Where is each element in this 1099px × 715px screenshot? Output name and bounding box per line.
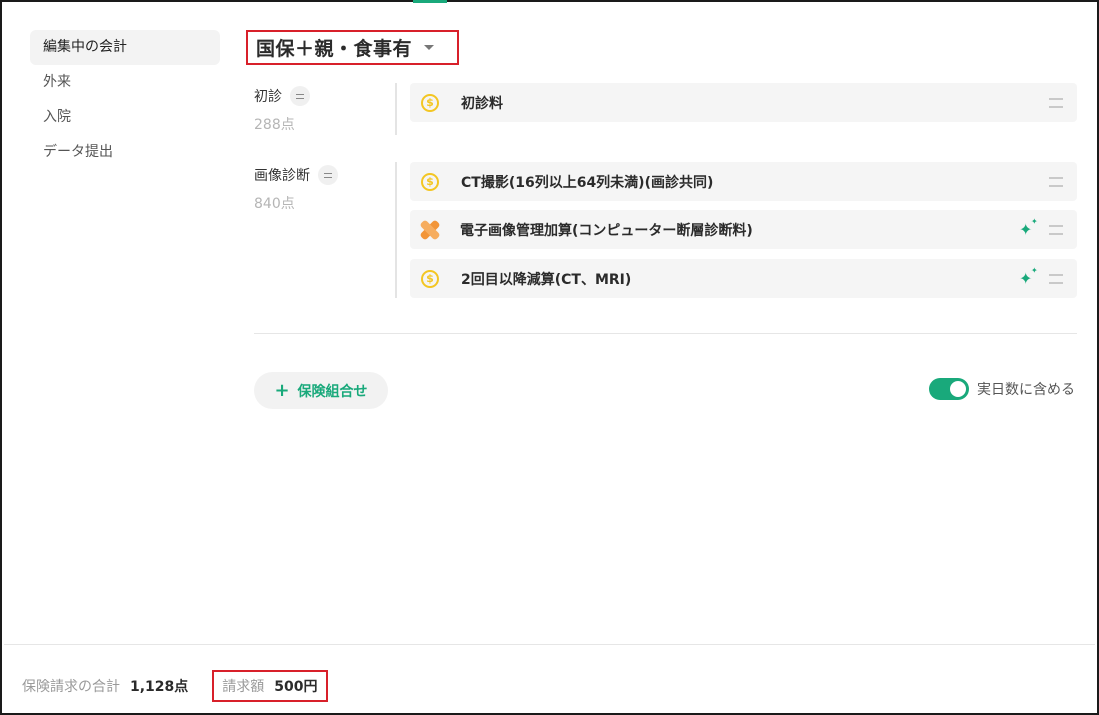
footer-summary: 保険請求の合計 1,128点 請求額 500円 xyxy=(22,670,328,702)
group-label: 画像診断 xyxy=(254,168,310,184)
group-divider-line xyxy=(395,83,397,135)
drag-handle-icon[interactable] xyxy=(1049,176,1063,187)
top-accent-marker xyxy=(413,0,447,3)
group-points: 840点 xyxy=(254,196,295,212)
add-insurance-combination-label: 保険組合せ xyxy=(297,383,368,400)
fee-item-label: 初診料 xyxy=(461,95,503,112)
caret-down-icon xyxy=(424,45,435,50)
page-title: 国保＋親・食事有 xyxy=(256,38,413,60)
fee-item[interactable]: 電子画像管理加算(コンピューター断層診断料) ✦ ✦ xyxy=(410,210,1077,249)
sidebar-item-editing-account[interactable]: 編集中の会計 xyxy=(30,30,220,65)
bandage-icon xyxy=(419,218,441,241)
drag-handle-icon[interactable] xyxy=(1049,273,1063,284)
coin-icon: $ xyxy=(421,269,439,288)
group-label: 初診 xyxy=(254,89,282,105)
window-frame: 編集中の会計 外来 入院 データ提出 国保＋親・食事有 初診 288点 $ 初診… xyxy=(0,0,1099,715)
sidebar-item-outpatient[interactable]: 外来 xyxy=(30,65,220,100)
claim-amount-box: 請求額 500円 xyxy=(212,670,328,702)
fee-item[interactable]: $ CT撮影(16列以上64列未満)(画診共同) xyxy=(410,162,1077,201)
group-imaging-diagnosis: 画像診断 840点 xyxy=(254,165,338,213)
drag-handle-icon[interactable] xyxy=(1049,97,1063,108)
group-divider-line xyxy=(395,162,397,298)
sidebar-item-inpatient[interactable]: 入院 xyxy=(30,100,220,135)
group-points: 288点 xyxy=(254,117,295,133)
insurance-claim-total-label: 保険請求の合計 xyxy=(22,679,120,695)
insurance-combination-selector[interactable]: 国保＋親・食事有 xyxy=(246,30,459,65)
actual-days-toggle-label: 実日数に含める xyxy=(977,382,1075,398)
footer-divider xyxy=(4,644,1095,645)
fee-item[interactable]: $ 2回目以降減算(CT、MRI) ✦ ✦ xyxy=(410,259,1077,298)
coin-icon: $ xyxy=(421,93,439,112)
fee-item-label: 2回目以降減算(CT、MRI) xyxy=(461,271,632,288)
toggle-knob xyxy=(950,381,966,397)
actual-days-toggle[interactable] xyxy=(929,378,969,400)
sidebar: 編集中の会計 外来 入院 データ提出 xyxy=(30,30,220,170)
group-first-visit: 初診 288点 xyxy=(254,86,310,134)
fee-item-label: 電子画像管理加算(コンピューター断層診断料) xyxy=(460,222,753,239)
fee-item[interactable]: $ 初診料 xyxy=(410,83,1077,122)
actual-days-toggle-row: 実日数に含める xyxy=(929,378,1075,400)
sparkle-icon[interactable]: ✦ ✦ xyxy=(1019,266,1038,288)
section-divider xyxy=(254,333,1077,334)
add-insurance-combination-button[interactable]: + 保険組合せ xyxy=(254,372,388,409)
insurance-claim-total-value: 1,128点 xyxy=(130,679,189,695)
sparkle-icon[interactable]: ✦ ✦ xyxy=(1019,217,1038,239)
plus-icon: + xyxy=(274,380,290,401)
coin-icon: $ xyxy=(421,172,439,191)
fee-item-label: CT撮影(16列以上64列未満)(画診共同) xyxy=(461,174,714,191)
claim-amount-label: 請求額 xyxy=(222,679,265,695)
drag-handle-icon[interactable] xyxy=(1049,224,1063,235)
sidebar-item-data-submission[interactable]: データ提出 xyxy=(30,135,220,170)
group-drag-handle-icon[interactable] xyxy=(290,86,310,106)
claim-amount-value: 500円 xyxy=(274,679,318,695)
group-drag-handle-icon[interactable] xyxy=(318,165,338,185)
